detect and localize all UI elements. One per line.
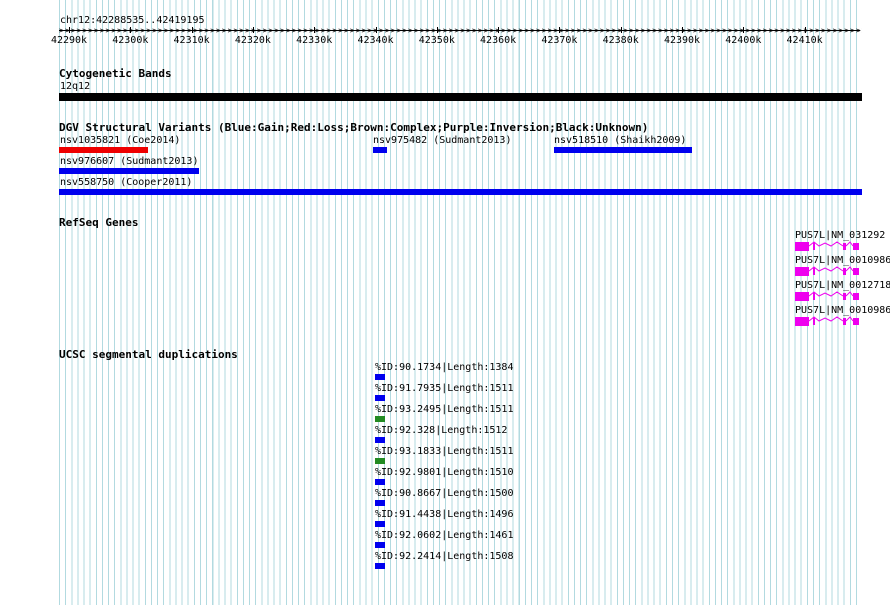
segdup-label: %ID:92.2414|Length:1508 [375,551,514,562]
cytoband-track-title[interactable]: Cytogenetic Bands [59,68,172,80]
ruler-tick-label: 42290k [50,35,88,46]
gene-intron [845,241,854,247]
gene-exon [795,317,809,326]
segdup-label: %ID:92.328|Length:1512 [375,425,508,436]
ruler-tick-label: 42310k [173,35,210,46]
gene-label: PUS7L|NM_0012718 [795,280,890,291]
ruler-tick [620,27,622,33]
segdup-feature[interactable] [375,563,385,569]
refseq-gene[interactable]: PUS7L|NM_0012718 [795,280,890,304]
segdup-label: %ID:92.9801|Length:1510 [375,467,514,478]
dgv-feature-bar[interactable] [59,168,199,174]
segdup-label: %ID:90.1734|Length:1384 [375,362,514,373]
gene-exon [853,268,859,275]
gene-exon [795,242,809,251]
ruler-tick-label: 42410k [786,35,823,46]
segdup-feature[interactable] [375,395,385,401]
ruler-tick [682,27,683,33]
gene-intron [845,291,854,297]
dgv-feature-label: nsv976607 (Sudmant2013) [60,156,199,167]
ruler-tick [375,27,377,33]
ruler-tick [191,27,193,33]
ruler-tick-label: 42390k [663,35,701,46]
ruler-tick [804,27,806,33]
dgv-feature-bar[interactable] [59,189,862,195]
ruler-tick-label: 42400k [725,35,762,46]
cytoband-label: 12q12 [60,81,91,92]
dgv-feature-label: nsv518510 (Shaikh2009) [554,135,687,146]
refseq-gene[interactable]: PUS7L|NM_0010986 [795,255,890,279]
dgv-feature-label: nsv558750 (Cooper2011) [60,177,193,188]
gene-model [795,241,859,251]
ruler-tick-label: 42300k [112,35,149,46]
gene-exon [843,318,846,325]
gene-exon [853,293,859,300]
ruler-tick [314,27,316,33]
gene-exon [795,267,809,276]
segdup-label: %ID:92.0602|Length:1461 [375,530,514,541]
ruler-tick [559,27,561,33]
gene-exon [795,292,809,301]
dgv-feature-label: nsv1035821 (Coe2014) [60,135,181,146]
segdup-feature[interactable] [375,458,385,464]
gene-label: PUS7L|NM_031292 [795,230,886,241]
segdup-label: %ID:90.8667|Length:1500 [375,488,514,499]
ruler-tick [436,27,438,33]
dgv-feature-label: nsv975482 (Sudmant2013) [373,135,512,146]
dgv-feature-bar[interactable] [59,147,148,153]
gene-exon [843,293,846,300]
segdup-label: %ID:93.1833|Length:1511 [375,446,514,457]
ruler-tick-label: 42380k [602,35,639,46]
ruler-tick [69,27,70,33]
gene-exon [853,318,859,325]
ruler-tick-label: 42320k [234,35,271,46]
segdup-feature[interactable] [375,416,385,422]
refseq-gene[interactable]: PUS7L|NM_031292 [795,230,890,254]
gene-exon [813,268,815,275]
ruler-tick-label: 42350k [418,35,455,46]
segdup-feature[interactable] [375,479,385,485]
gene-model [795,291,859,301]
segdup-feature[interactable] [375,542,385,548]
dgv-track-title[interactable]: DGV Structural Variants (Blue:Gain;Red:L… [59,122,648,134]
dgv-feature-bar[interactable] [554,147,692,153]
gene-model [795,316,859,326]
gene-exon [813,318,815,325]
dgv-feature-bar[interactable] [373,147,387,153]
ruler-tick-label: 42370k [541,35,578,46]
gene-label: PUS7L|NM_0010986 [795,305,890,316]
segdup-feature[interactable] [375,374,385,380]
gene-label: PUS7L|NM_0010986 [795,255,890,266]
ruler-tick-label: 42360k [480,35,517,46]
segdup-label: %ID:91.7935|Length:1511 [375,383,514,394]
ruler-tick [252,27,254,33]
gene-intron [845,266,854,272]
segdup-feature[interactable] [375,437,385,443]
gene-exon [843,268,846,275]
refseq-track-title[interactable]: RefSeq Genes [59,217,138,229]
cytoband-bar[interactable] [59,93,862,101]
gene-model [795,266,859,276]
segdup-feature[interactable] [375,500,385,506]
gene-exon [843,243,846,250]
segdup-track-title[interactable]: UCSC segmental duplications [59,349,238,361]
ruler-tick-label: 42340k [357,35,394,46]
ruler-tick [743,27,745,33]
gene-exon [813,243,815,250]
segdup-label: %ID:93.2495|Length:1511 [375,404,514,415]
gene-intron [845,316,854,322]
ruler-tick [498,27,500,33]
refseq-gene[interactable]: PUS7L|NM_0010986 [795,305,890,329]
gene-exon [813,293,815,300]
ruler-tick-label: 42330k [296,35,333,46]
segdup-label: %ID:91.4438|Length:1496 [375,509,514,520]
ruler-tick [130,27,132,33]
gene-exon [853,243,859,250]
segdup-feature[interactable] [375,521,385,527]
